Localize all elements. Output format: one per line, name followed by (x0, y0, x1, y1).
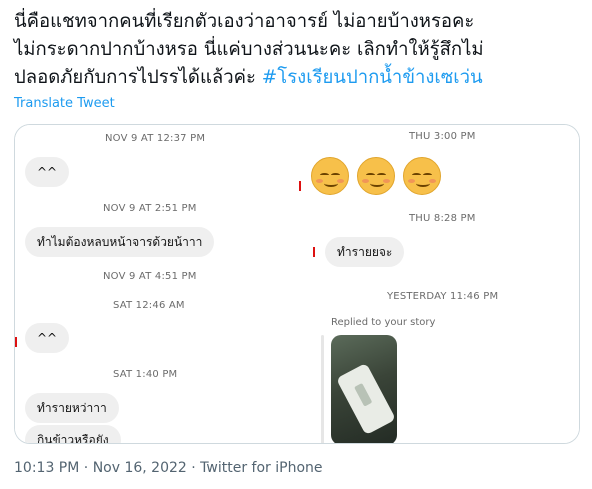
smiling-face-icon (403, 157, 441, 195)
chat-timestamp: NOV 9 AT 2:51 PM (103, 203, 197, 214)
meta-separator: · (79, 460, 93, 476)
tweet-text-line: นี่คือแชทจากคนที่เรียกตัวเองว่าอาจารย์ ไ… (14, 11, 475, 32)
tweet-source: Twitter for iPhone (200, 460, 323, 476)
smiling-face-icon (357, 157, 395, 195)
replied-to-story-label: Replied to your story (331, 317, 436, 328)
chat-bubble: ^^ (25, 157, 70, 187)
emoji-row (311, 157, 441, 195)
translate-tweet-link[interactable]: Translate Tweet (14, 96, 115, 111)
chat-screenshot-left: NOV 9 AT 12:37 PM ^^ NOV 9 AT 2:51 PM ทำ… (15, 125, 300, 443)
decoration-mark (299, 181, 301, 191)
chat-bubble: ^^ (25, 323, 70, 353)
tweet-time-link[interactable]: 10:13 PM (14, 460, 79, 476)
story-thumbnail (331, 335, 397, 443)
tweet-text-plain: ปลอดภัยกับการไปรรได้แล้วค่ะ (14, 67, 262, 88)
decoration-mark (15, 337, 17, 347)
tweet-text: นี่คือแชทจากคนที่เรียกตัวเองว่าอาจารย์ ไ… (14, 8, 584, 92)
tweet-meta: 10:13 PM · Nov 16, 2022 · Twitter for iP… (14, 460, 323, 476)
decoration-mark (313, 247, 315, 257)
hashtag-link[interactable]: #โรงเรียนปากน้ำข้างเซเว่น (262, 67, 483, 88)
tweet-date-link[interactable]: Nov 16, 2022 (93, 460, 187, 476)
chat-timestamp: YESTERDAY 11:46 PM (387, 291, 499, 302)
chat-timestamp: SAT 12:46 AM (113, 300, 185, 311)
chat-bubble: ทำรายหว่าาา (25, 393, 119, 423)
chat-timestamp: THU 8:28 PM (409, 213, 476, 224)
chat-bubble: ทำไมต้องหลบหน้าจารด้วยน้าาา (25, 227, 215, 257)
tweet-text-line: ปลอดภัยกับการไปรรได้แล้วค่ะ #โรงเรียนปาก… (14, 64, 584, 92)
chat-timestamp: NOV 9 AT 4:51 PM (103, 271, 197, 282)
reply-indicator-bar (321, 335, 324, 443)
chat-timestamp: THU 3:00 PM (409, 131, 476, 142)
chat-timestamp: SAT 1:40 PM (113, 369, 178, 380)
meta-separator: · (186, 460, 201, 476)
chat-bubble: กินข้าวหรือยัง (25, 425, 121, 443)
chat-screenshot-right: THU 3:00 PM THU 8:28 PM ทำรายยจะ YESTERD… (299, 125, 579, 443)
tweet-media-image[interactable]: NOV 9 AT 12:37 PM ^^ NOV 9 AT 2:51 PM ทำ… (14, 124, 580, 444)
chat-bubble: ทำรายยจะ (325, 237, 405, 267)
chat-timestamp: NOV 9 AT 12:37 PM (105, 133, 206, 144)
tweet-text-line: ไม่กระดากปากบ้างหรอ นี่แค่บางส่วนนะคะ เล… (14, 39, 484, 60)
smiling-face-icon (311, 157, 349, 195)
